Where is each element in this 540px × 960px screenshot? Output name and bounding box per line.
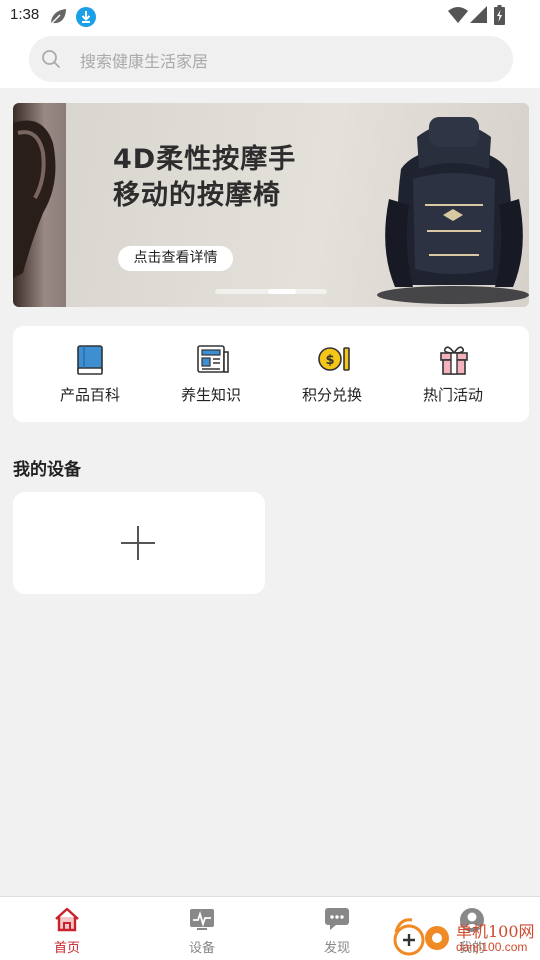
signal-icon [470,6,487,23]
my-devices-title: 我的设备 [13,460,81,480]
menu-item-label: 养生知识 [180,386,241,404]
nav-discover[interactable]: 发现 [297,897,377,960]
status-bar: 1:38 [0,0,540,32]
banner-prev-slide [13,103,66,307]
menu-item-hot-events[interactable]: 热门活动 [398,326,508,422]
watermark-title: 单机100网 [456,922,535,941]
menu-item-label: 积分兑换 [301,386,362,404]
home-icon [55,907,79,932]
chat-icon [325,908,349,930]
device-icon [190,909,214,930]
watermark-url: danji100.com [456,940,528,954]
nav-label: 发现 [323,941,350,956]
menu-item-points-exchange[interactable]: $ 积分兑换 [277,326,387,422]
nav-home[interactable]: 首页 [27,897,107,960]
banner-pagination-active [268,289,296,294]
nav-label: 首页 [53,941,80,956]
header: 1:38 搜索健康生活家居 [0,0,540,88]
coin-exchange-icon: $ [318,347,350,371]
add-device-button[interactable] [13,492,265,594]
menu-item-product-encyclopedia[interactable]: 产品百科 [35,326,145,422]
book-icon [77,345,103,375]
banner-title-line1: 4D柔性按摩手 [113,144,297,175]
status-time: 1:38 [10,6,40,23]
leaf-icon [50,9,66,25]
plus-icon-vertical [137,526,139,560]
banner-title-line2: 移动的按摩椅 [113,180,281,211]
menu-item-label: 热门活动 [422,386,483,404]
massage-chair-image [377,117,529,304]
watermark: 单机100网 danji100.com [388,912,540,960]
nav-device[interactable]: 设备 [162,897,242,960]
watermark-logo [393,918,449,956]
menu-item-health-knowledge[interactable]: 养生知识 [156,326,266,422]
search-bar[interactable]: 搜索健康生活家居 [29,36,513,82]
svg-text:$: $ [325,353,334,368]
search-input[interactable]: 搜索健康生活家居 [80,48,208,72]
quick-menu: 产品百科 养生知识 $ 积分兑换 热门活动 [13,326,529,422]
massager-image [13,120,56,278]
search-icon [42,50,60,68]
nav-label: 设备 [188,941,215,956]
menu-item-label: 产品百科 [59,386,120,404]
battery-icon [494,5,505,25]
gift-icon [440,346,468,375]
wifi-icon [448,7,468,23]
banner-pagination [215,289,327,294]
newspaper-icon [197,345,229,373]
download-icon [76,7,96,27]
banner-detail-button[interactable]: 点击查看详情 [118,246,233,271]
promo-banner[interactable]: 4D柔性按摩手 移动的按摩椅 点击查看详情 [13,103,529,307]
